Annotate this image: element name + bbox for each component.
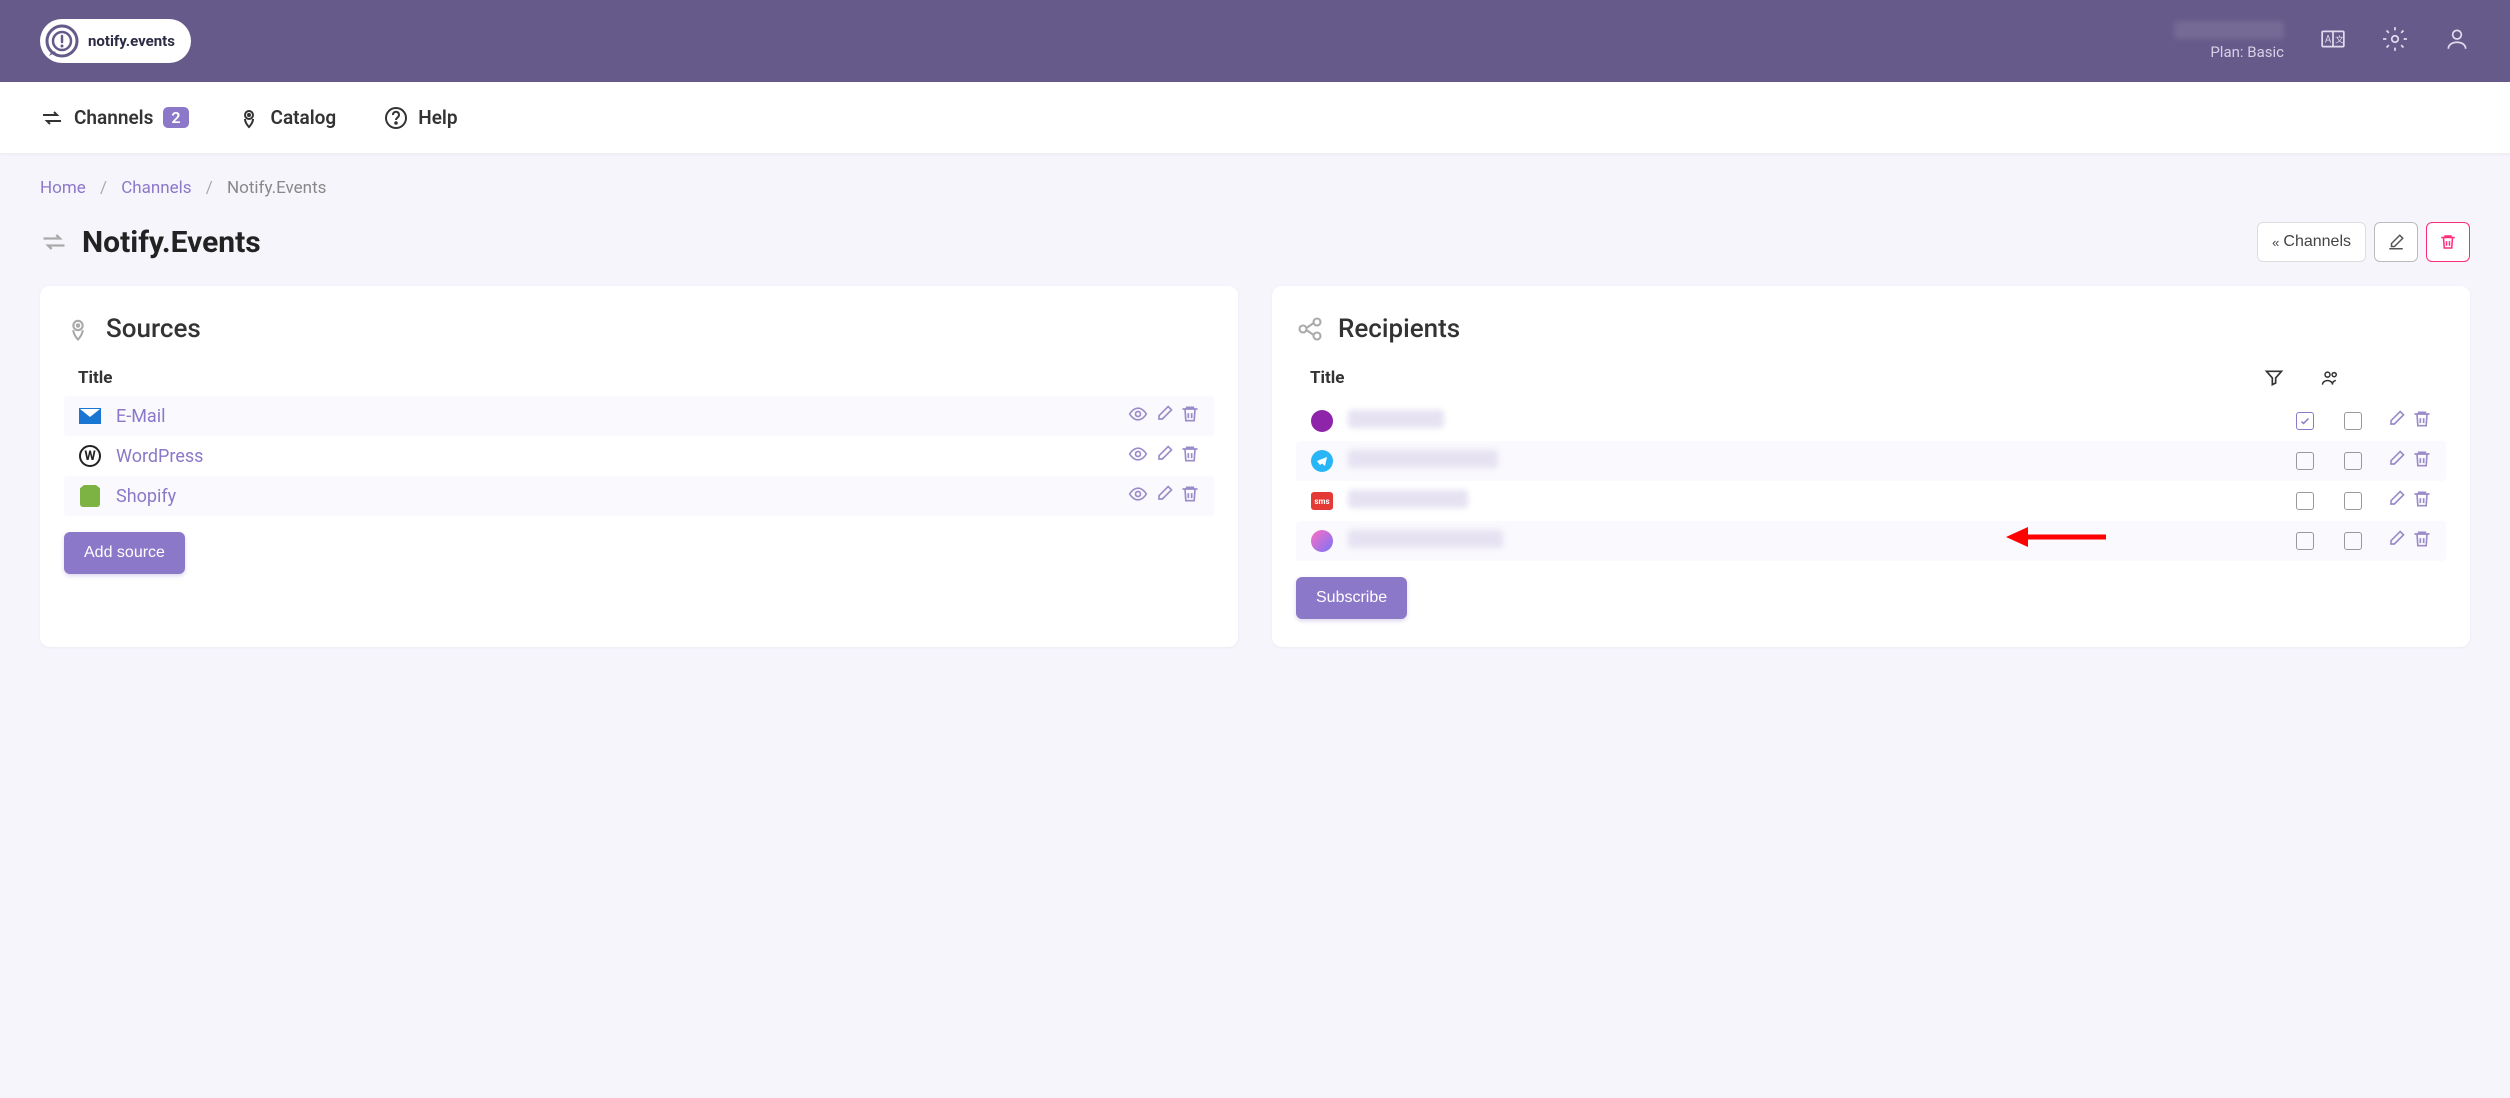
delete-icon[interactable] — [2412, 449, 2432, 473]
source-label[interactable]: WordPress — [116, 446, 1128, 467]
delete-icon[interactable] — [2412, 409, 2432, 433]
sources-col-title: Title — [78, 368, 112, 388]
logo[interactable]: notify.events — [40, 19, 191, 63]
plan-info: Plan: Basic — [2174, 21, 2284, 61]
recipients-col-title: Title — [1310, 368, 2264, 393]
nav-channels-badge: 2 — [163, 107, 188, 128]
delete-icon[interactable] — [1180, 484, 1200, 508]
delete-icon[interactable] — [1180, 404, 1200, 428]
group-checkbox[interactable] — [2344, 412, 2362, 430]
filter-icon[interactable] — [2264, 368, 2284, 393]
nav-channels-label: Channels — [74, 106, 153, 129]
subscribe-button[interactable]: Subscribe — [1296, 577, 1407, 619]
breadcrumb-channels[interactable]: Channels — [121, 178, 191, 198]
logo-icon — [44, 23, 80, 59]
nav-help-label: Help — [418, 106, 457, 129]
edit-icon[interactable] — [2386, 529, 2406, 553]
recipients-title: Recipients — [1338, 314, 1460, 344]
logo-text: notify.events — [88, 32, 175, 50]
recipient-label[interactable] — [1348, 410, 2296, 433]
group-icon[interactable] — [2318, 368, 2342, 393]
user-icon[interactable] — [2444, 26, 2470, 56]
broadcast-icon — [64, 315, 92, 343]
app-header: notify.events Plan: Basic A文 — [0, 0, 2510, 82]
view-icon[interactable] — [1128, 404, 1148, 428]
nav-help[interactable]: Help — [384, 106, 457, 130]
filter-checkbox[interactable] — [2296, 412, 2314, 430]
breadcrumb-current: Notify.Events — [227, 178, 326, 198]
edit-icon[interactable] — [2386, 449, 2406, 473]
source-row: E-Mail — [64, 396, 1214, 436]
swap-icon — [40, 228, 68, 256]
recipient-icon — [1310, 449, 1334, 473]
page-title-row: Notify.Events « Channels — [0, 214, 2510, 286]
edit-icon[interactable] — [1154, 404, 1174, 428]
delete-icon[interactable] — [2412, 529, 2432, 553]
breadcrumb: Home / Channels / Notify.Events — [0, 154, 2510, 214]
recipient-row — [1296, 521, 2446, 561]
edit-icon[interactable] — [2386, 409, 2406, 433]
sources-panel: Sources Title E-Mail W WordPress Shopify Ad… — [40, 286, 1238, 647]
add-source-button[interactable]: Add source — [64, 532, 185, 574]
view-icon[interactable] — [1128, 444, 1148, 468]
recipient-icon — [1310, 529, 1334, 553]
edit-icon[interactable] — [1154, 484, 1174, 508]
nav-catalog[interactable]: Catalog — [237, 106, 337, 130]
group-checkbox[interactable] — [2344, 492, 2362, 510]
source-row: Shopify — [64, 476, 1214, 516]
source-icon — [78, 484, 102, 508]
nav-channels[interactable]: Channels 2 — [40, 106, 189, 130]
recipient-row — [1296, 401, 2446, 441]
view-icon[interactable] — [1128, 484, 1148, 508]
group-checkbox[interactable] — [2344, 452, 2362, 470]
share-icon — [1296, 315, 1324, 343]
edit-icon[interactable] — [2386, 489, 2406, 513]
back-channels-button[interactable]: « Channels — [2257, 222, 2366, 262]
recipient-label[interactable] — [1348, 490, 2296, 513]
filter-checkbox[interactable] — [2296, 452, 2314, 470]
nav-catalog-label: Catalog — [271, 106, 337, 129]
delete-icon[interactable] — [2412, 489, 2432, 513]
recipient-label[interactable] — [1348, 530, 2296, 553]
recipient-row — [1296, 441, 2446, 481]
main-nav: Channels 2 Catalog Help — [0, 82, 2510, 154]
source-label[interactable]: Shopify — [116, 486, 1128, 507]
sources-title: Sources — [106, 314, 201, 344]
svg-text:A: A — [2325, 34, 2332, 45]
source-row: W WordPress — [64, 436, 1214, 476]
recipient-icon: sms — [1310, 489, 1334, 513]
breadcrumb-home[interactable]: Home — [40, 178, 86, 198]
delete-channel-button[interactable] — [2426, 222, 2470, 262]
delete-icon[interactable] — [1180, 444, 1200, 468]
recipients-panel: Recipients Title sms Subscribe — [1272, 286, 2470, 647]
language-icon[interactable]: A文 — [2320, 26, 2346, 56]
page-title: Notify.Events — [82, 225, 261, 260]
recipient-icon — [1310, 409, 1334, 433]
svg-text:文: 文 — [2335, 33, 2344, 45]
recipient-label[interactable] — [1348, 450, 2296, 473]
source-label[interactable]: E-Mail — [116, 406, 1128, 427]
source-icon — [78, 404, 102, 428]
plan-label: Plan: Basic — [2174, 43, 2284, 61]
gear-icon[interactable] — [2382, 26, 2408, 56]
filter-checkbox[interactable] — [2296, 532, 2314, 550]
source-icon: W — [78, 444, 102, 468]
edit-icon[interactable] — [1154, 444, 1174, 468]
filter-checkbox[interactable] — [2296, 492, 2314, 510]
group-checkbox[interactable] — [2344, 532, 2362, 550]
recipient-row: sms — [1296, 481, 2446, 521]
edit-channel-button[interactable] — [2374, 222, 2418, 262]
